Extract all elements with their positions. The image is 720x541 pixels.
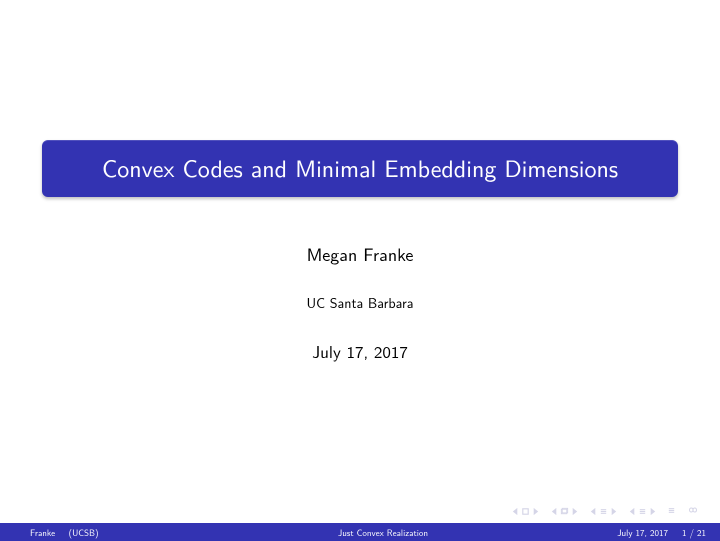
footer-institution: (UCSB) [69,526,99,539]
nav-frame-group[interactable] [550,507,579,516]
triangle-left-icon [589,507,598,516]
footer-right: July 17, 20171 / 21 [536,526,720,539]
date: July 17, 2017 [0,339,720,364]
nav-section-group[interactable] [589,507,618,516]
beamer-slide: Convex Codes and Minimal Embedding Dimen… [0,0,720,541]
triangle-left-icon [550,507,559,516]
nav-back-icon[interactable] [667,504,676,519]
footer-bar: Franke (UCSB) Just Convex Realization Ju… [0,523,720,541]
footer-title: Just Convex Realization [338,526,428,539]
footer-left: Franke (UCSB) [0,526,230,539]
footer-date: July 17, 2017 [617,526,668,539]
nav-first-group[interactable] [511,507,540,516]
triangle-right-icon [531,507,540,516]
triangle-right-icon [609,507,618,516]
footer-author: Franke [30,526,55,539]
bars-icon [599,507,608,516]
page-sep: / [686,526,697,539]
institution: UC Santa Barbara [0,293,720,313]
footer-center: Just Convex Realization [230,526,536,539]
triangle-right-icon [570,507,579,516]
beamer-nav-icons [511,504,700,519]
triangle-right-icon [648,507,657,516]
triangle-left-icon [511,507,520,516]
triangle-left-icon [628,507,637,516]
title-block: Convex Codes and Minimal Embedding Dimen… [42,140,678,197]
page-total: 21 [697,526,706,539]
author-block: Megan Franke UC Santa Barbara July 17, 2… [0,240,720,364]
square-icon [521,507,530,516]
nav-loop-icon[interactable] [686,504,700,519]
slide-title: Convex Codes and Minimal Embedding Dimen… [62,154,658,183]
bars-icon [638,507,647,516]
frame-icon [560,507,569,516]
nav-subsection-group[interactable] [628,507,657,516]
author-name: Megan Franke [0,240,720,267]
